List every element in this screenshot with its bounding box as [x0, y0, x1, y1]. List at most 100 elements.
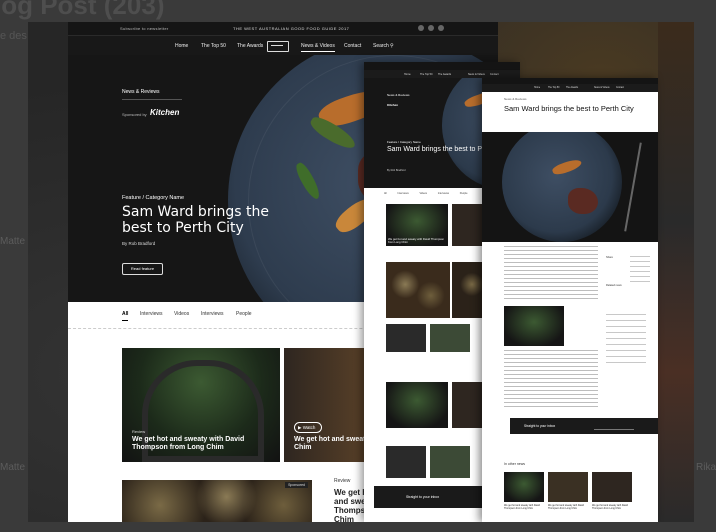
nav-top50[interactable]: The Top 50: [548, 87, 559, 89]
food-steak: [568, 188, 598, 214]
backdrop-right-snippet: Rika: [696, 462, 716, 473]
main-nav: Home The Top 50 The Awards News & Videos…: [68, 35, 498, 56]
author-byline: By Rob Bradford: [122, 241, 156, 246]
main-nav: Home The Top 50 The Awards News & Videos…: [482, 84, 658, 92]
article-mockup: Home The Top 50 The Awards News & Videos…: [482, 78, 658, 522]
top-bar: Subscribe to newsletter THE WEST AUSTRAL…: [68, 22, 498, 35]
section-label: News & Reviews: [504, 97, 527, 101]
nav-awards[interactable]: The Awards: [566, 87, 578, 89]
newsletter-bar: Straight to your inbox: [510, 418, 658, 434]
filter-tabs: All Interviews Videos Interviews People: [384, 192, 478, 195]
divider: [122, 99, 182, 100]
newsletter-label: Straight to your inbox: [524, 424, 556, 428]
plate-image: [502, 132, 622, 242]
nav-contact[interactable]: Contact: [344, 43, 361, 49]
sidebar-list: [630, 256, 650, 286]
top-bar: [364, 62, 520, 70]
card-title: We get hot and sweaty with David Thompso…: [132, 436, 245, 451]
card-title: We get hot and sweaty with David Thompso…: [504, 504, 540, 510]
inline-image: [504, 306, 564, 346]
sponsored-by-label: Sponsored by: [122, 112, 147, 117]
sponsor-logo: Kitchen: [150, 108, 180, 117]
tab-videos[interactable]: Videos: [419, 192, 427, 195]
nav-news-videos[interactable]: News & Videos: [301, 43, 335, 52]
card-title: We get hot and sweaty with David Thompso…: [592, 504, 628, 510]
sidebar-share: Share: [606, 256, 613, 259]
article-body-text: [504, 246, 598, 300]
sponsored-card[interactable]: Sponsored: [122, 480, 312, 522]
article-card[interactable]: [430, 446, 470, 478]
nav-awards[interactable]: The Awards: [237, 43, 263, 49]
backdrop-left-snippet: Matte: [0, 236, 26, 247]
article-card[interactable]: [386, 446, 426, 478]
tab-interviews-2[interactable]: Interviews: [201, 311, 224, 317]
dishes-image[interactable]: [386, 262, 450, 318]
card-tag: Review: [132, 429, 146, 434]
nav-home[interactable]: Home: [404, 73, 411, 76]
other-news-heading: In other news: [504, 462, 526, 466]
nav-contact[interactable]: Contact: [490, 73, 499, 76]
nav-home[interactable]: Home: [175, 43, 188, 49]
tab-people[interactable]: People: [460, 192, 468, 195]
tab-all[interactable]: All: [122, 311, 129, 321]
nav-top50[interactable]: The Top 50: [201, 43, 226, 49]
author-byline: By Rob Bradford: [387, 169, 406, 172]
tab-people[interactable]: People: [236, 311, 252, 317]
play-icon: ▶: [298, 425, 302, 430]
backdrop-title: log Post (203): [0, 0, 165, 20]
search-icon[interactable]: ⚲: [390, 43, 394, 49]
card-title: We get hot and sweaty with David Thompso…: [388, 237, 445, 245]
fork-shape: [624, 142, 642, 232]
nav-home[interactable]: Home: [534, 87, 540, 89]
sidebar-related: Related news: [606, 284, 622, 287]
main-nav: Home The Top 50 The Awards News & Videos…: [364, 70, 520, 78]
twitter-icon[interactable]: [438, 25, 444, 31]
read-feature-button[interactable]: Read feature: [122, 263, 163, 275]
article-hero-image: [482, 132, 658, 242]
facebook-icon[interactable]: [418, 25, 424, 31]
mockup-stage: Subscribe to newsletter THE WEST AUSTRAL…: [28, 22, 694, 522]
nav-news-videos[interactable]: News & Videos: [594, 87, 610, 89]
section-label: News & Reviews: [387, 93, 410, 97]
dishes-image: [122, 480, 312, 522]
backdrop-left-snippet: Matte: [0, 462, 26, 473]
email-field[interactable]: [594, 422, 634, 430]
breadcrumb: Feature / Category Name: [387, 140, 421, 144]
nav-awards[interactable]: The Awards: [438, 73, 451, 76]
subscribe-link[interactable]: Subscribe to newsletter: [120, 26, 168, 31]
article-card[interactable]: [592, 472, 632, 502]
watch-label: Watch: [302, 425, 316, 430]
newsletter-label: Straight to your inbox: [406, 495, 440, 499]
article-header: News & Reviews Sam Ward brings the best …: [482, 92, 658, 132]
article-body-text: [504, 350, 598, 410]
sponsored-badge: Sponsored: [285, 482, 308, 488]
sidebar-list: [606, 314, 646, 364]
nav-contact[interactable]: Contact: [616, 87, 624, 89]
article-card[interactable]: [504, 472, 544, 502]
breadcrumb: Feature / Category Name: [122, 195, 185, 201]
site-logo[interactable]: [267, 41, 289, 52]
article-card[interactable]: [386, 324, 426, 352]
food-photo-strip: [658, 22, 694, 522]
article-card[interactable]: [386, 382, 448, 428]
card-title: We get hot and sweaty with David Thompso…: [548, 504, 584, 510]
site-tagline: THE WEST AUSTRALIAN GOOD FOOD GUIDE 2017: [233, 26, 350, 31]
article-card[interactable]: [430, 324, 470, 352]
review-label: Review: [334, 478, 351, 484]
tab-all[interactable]: All: [384, 192, 387, 195]
nav-top50[interactable]: The Top 50: [420, 73, 432, 76]
watch-button[interactable]: ▶ Watch: [294, 422, 322, 433]
article-card[interactable]: Review We get hot and sweaty with David …: [122, 348, 280, 462]
tab-videos[interactable]: Videos: [174, 311, 189, 317]
nav-search[interactable]: Search: [373, 43, 389, 49]
tab-interviews[interactable]: Interviews: [397, 192, 408, 195]
instagram-icon[interactable]: [428, 25, 434, 31]
tab-interviews[interactable]: Interviews: [140, 311, 163, 317]
article-card[interactable]: [548, 472, 588, 502]
article-headline: Sam Ward brings the best to Perth City: [504, 104, 634, 113]
tab-interviews-2[interactable]: Interviews: [438, 192, 449, 195]
section-label: News & Reviews: [122, 89, 160, 95]
backdrop-subtitle: e des: [0, 30, 27, 42]
hero-headline: Sam Ward brings the best to Perth City: [122, 204, 269, 236]
nav-news-videos[interactable]: News & Videos: [468, 73, 485, 76]
